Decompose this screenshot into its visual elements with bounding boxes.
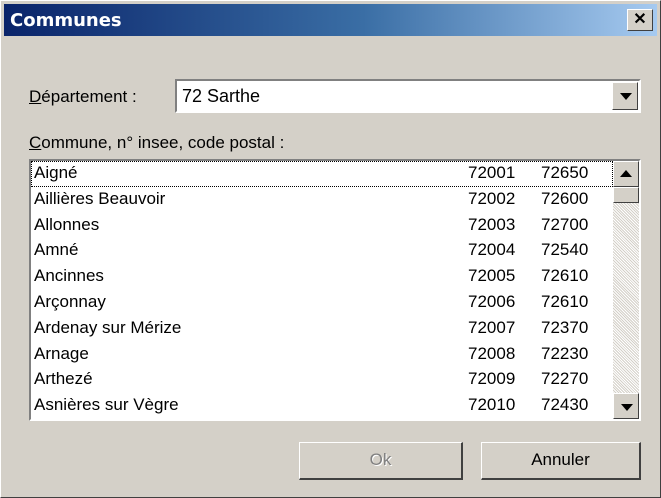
- commune-insee: 72001: [468, 163, 516, 182]
- commune-name: Allonnes: [34, 214, 100, 234]
- departement-label-mnemonic: D: [29, 87, 42, 106]
- scroll-thumb[interactable]: [613, 187, 639, 203]
- list-item[interactable]: Arçonnay 72006 72610: [31, 290, 613, 316]
- commune-postal-code: 72270: [541, 369, 589, 389]
- list-item[interactable]: Arthezé 72009 72270: [31, 367, 613, 393]
- commune-postal-code: 72540: [541, 240, 589, 260]
- commune-insee: 72007: [468, 317, 516, 337]
- commune-name: Arthezé: [34, 369, 93, 389]
- title-bar[interactable]: Communes ✕: [4, 4, 657, 36]
- commune-insee: 72004: [468, 240, 516, 260]
- departement-label-text: épartement :: [41, 87, 137, 106]
- commune-name: Ancinnes: [34, 266, 104, 286]
- commune-postal-code: 72230: [541, 343, 589, 363]
- communes-dialog: Communes ✕ Département : 72 Sarthe Commu…: [0, 0, 661, 498]
- close-icon: ✕: [633, 11, 647, 28]
- commune-insee: 72002: [468, 188, 516, 208]
- list-item[interactable]: Arnage 72008 72230: [31, 342, 613, 368]
- list-item[interactable]: Asnières sur Vègre 72010 72430: [31, 393, 613, 419]
- commune-name: Asnières sur Vègre: [34, 395, 179, 415]
- commune-insee: 72005: [468, 266, 516, 286]
- commune-postal-code: 72700: [541, 214, 589, 234]
- commune-postal-code: 72650: [541, 163, 589, 182]
- commune-postal-code: 72430: [541, 395, 589, 415]
- commune-insee: 72008: [468, 343, 516, 363]
- commune-postal-code: 72600: [541, 188, 589, 208]
- departement-label: Département :: [29, 87, 137, 107]
- commune-name: Arnage: [34, 343, 89, 363]
- commune-insee: 72010: [468, 395, 516, 415]
- chevron-down-icon: [620, 93, 632, 100]
- commune-insee: 72003: [468, 214, 516, 234]
- commune-list-label-mnemonic: C: [29, 133, 42, 152]
- commune-postal-code: 72610: [541, 266, 589, 286]
- list-item[interactable]: Amné 72004 72540: [31, 238, 613, 264]
- commune-listbox[interactable]: Aigné 72001 72650 Aillières Beauvoir 720…: [29, 159, 641, 421]
- commune-postal-code: 72610: [541, 291, 589, 311]
- list-item[interactable]: Aillières Beauvoir 72002 72600: [31, 187, 613, 213]
- commune-name: Arçonnay: [34, 291, 106, 311]
- commune-insee: 72006: [468, 291, 516, 311]
- ok-button[interactable]: Ok: [299, 442, 463, 480]
- commune-name: Aigné: [34, 163, 78, 182]
- list-scrollbar[interactable]: [613, 161, 639, 419]
- arrow-up-icon: [620, 170, 632, 177]
- commune-insee: 72009: [468, 369, 516, 389]
- commune-name: Ardenay sur Mérize: [34, 317, 182, 337]
- commune-name: Amné: [34, 240, 79, 260]
- departement-value: 72 Sarthe: [182, 86, 261, 106]
- list-item[interactable]: Allonnes 72003 72700: [31, 213, 613, 239]
- scroll-down-button[interactable]: [613, 393, 639, 419]
- cancel-button[interactable]: Annuler: [481, 442, 641, 480]
- list-item[interactable]: Ardenay sur Mérize 72007 72370: [31, 316, 613, 342]
- arrow-down-icon: [621, 404, 633, 411]
- departement-dropdown-button[interactable]: [612, 82, 638, 110]
- commune-rows: Aigné 72001 72650 Aillières Beauvoir 720…: [31, 161, 613, 419]
- scroll-up-button[interactable]: [613, 161, 639, 187]
- commune-postal-code: 72370: [541, 317, 589, 337]
- close-button[interactable]: ✕: [627, 9, 653, 31]
- commune-list-label: Commune, n° insee, code postal :: [29, 133, 284, 153]
- commune-name: Aillières Beauvoir: [34, 188, 166, 208]
- departement-select[interactable]: 72 Sarthe: [175, 79, 641, 113]
- window-title: Communes: [10, 10, 122, 31]
- list-item[interactable]: Ancinnes 72005 72610: [31, 264, 613, 290]
- commune-list-label-text: ommune, n° insee, code postal :: [41, 133, 285, 152]
- list-item[interactable]: Aigné 72001 72650: [31, 161, 613, 187]
